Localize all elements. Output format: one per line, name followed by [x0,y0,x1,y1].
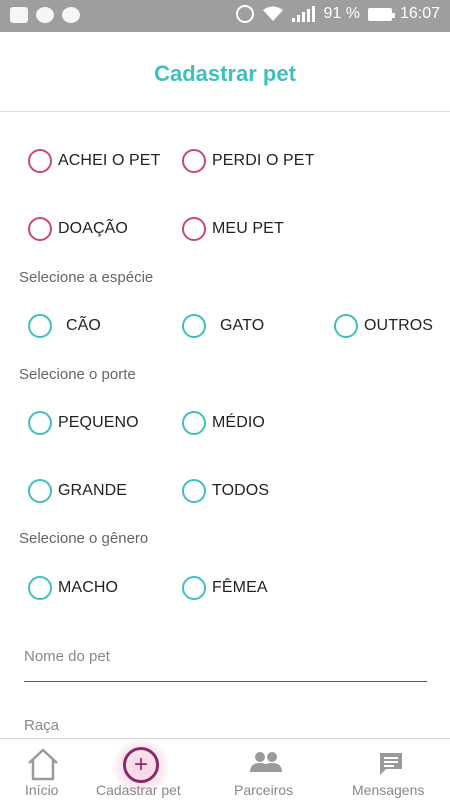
radio-circle[interactable] [182,411,206,435]
radio-circle[interactable] [334,314,358,338]
home-icon [28,748,58,781]
radio-circle[interactable] [182,149,206,173]
radio-grande[interactable]: GRANDE [28,479,127,503]
radio-label: GATO [220,317,265,334]
radio-circle[interactable] [28,314,52,338]
radio-label: OUTROS [364,317,434,334]
radio-meu-pet[interactable]: MEU PET [182,217,284,241]
size-section-label: Selecione o porte [19,366,136,383]
radio-label: MÉDIO [212,414,265,431]
app-header: Cadastrar pet [0,32,450,112]
radio-label: MACHO [58,579,119,596]
species-section-label: Selecione a espécie [19,269,154,286]
radio-label: MEU PET [212,220,284,237]
gender-section-label: Selecione o gênero [19,530,149,547]
radio-label: CÃO [66,317,101,334]
radio-achei-o-pet[interactable]: ACHEI O PET [28,149,160,173]
page-title: Cadastrar pet [154,60,296,86]
pet-name-input[interactable] [24,645,427,667]
radio-circle[interactable] [28,217,52,241]
pet-name-underline [24,681,427,682]
nav-label: Parceiros [234,782,294,798]
screen: { "status_bar": { "battery": "91 %", "ti… [0,0,450,800]
add-icon: + [123,747,159,783]
gallery-notification-icon [10,7,28,23]
radio-circle[interactable] [28,576,52,600]
radio-femea[interactable]: FÊMEA [182,576,268,600]
breed-field [24,714,427,736]
message-icon [380,753,402,775]
people-icon [250,752,282,772]
radio-circle[interactable] [28,479,52,503]
nav-label: Cadastrar pet [96,782,181,798]
pet-name-field [24,645,427,682]
radio-label: ACHEI O PET [58,152,161,169]
radio-gato[interactable]: GATO [182,314,264,338]
alarm-icon [236,5,255,23]
radio-label: DOAÇÃO [58,220,128,237]
radio-circle[interactable] [28,149,52,173]
radio-cao[interactable]: CÃO [28,314,101,338]
radio-circle[interactable] [182,479,206,503]
message-notification-icon [62,7,80,23]
wifi-icon [263,6,284,21]
radio-medio[interactable]: MÉDIO [182,411,265,435]
battery-percent: 91 % [323,5,360,22]
nav-label: Início [25,782,59,798]
radio-circle[interactable] [182,314,206,338]
radio-label: TODOS [212,482,270,499]
radio-pequeno[interactable]: PEQUENO [28,411,139,435]
sync-notification-icon [36,7,54,23]
status-bar: 91 % 16:07 [0,0,450,32]
radio-outros[interactable]: OUTROS [334,314,433,338]
radio-label: GRANDE [58,482,128,499]
radio-circle[interactable] [182,217,206,241]
radio-todos[interactable]: TODOS [182,479,269,503]
radio-label: PEQUENO [58,414,139,431]
signal-icon [292,6,316,22]
bottom-navigation: Início + Cadastrar pet Parceiros Mensage… [0,738,450,800]
nav-label: Mensagens [352,782,425,798]
radio-circle[interactable] [182,576,206,600]
radio-doacao[interactable]: DOAÇÃO [28,217,128,241]
battery-icon [367,7,395,21]
radio-perdi-o-pet[interactable]: PERDI O PET [182,149,314,173]
breed-input[interactable] [24,714,427,736]
radio-label: PERDI O PET [212,152,315,169]
radio-circle[interactable] [28,411,52,435]
radio-label: FÊMEA [212,579,268,596]
radio-macho[interactable]: MACHO [28,576,118,600]
clock: 16:07 [399,5,440,22]
